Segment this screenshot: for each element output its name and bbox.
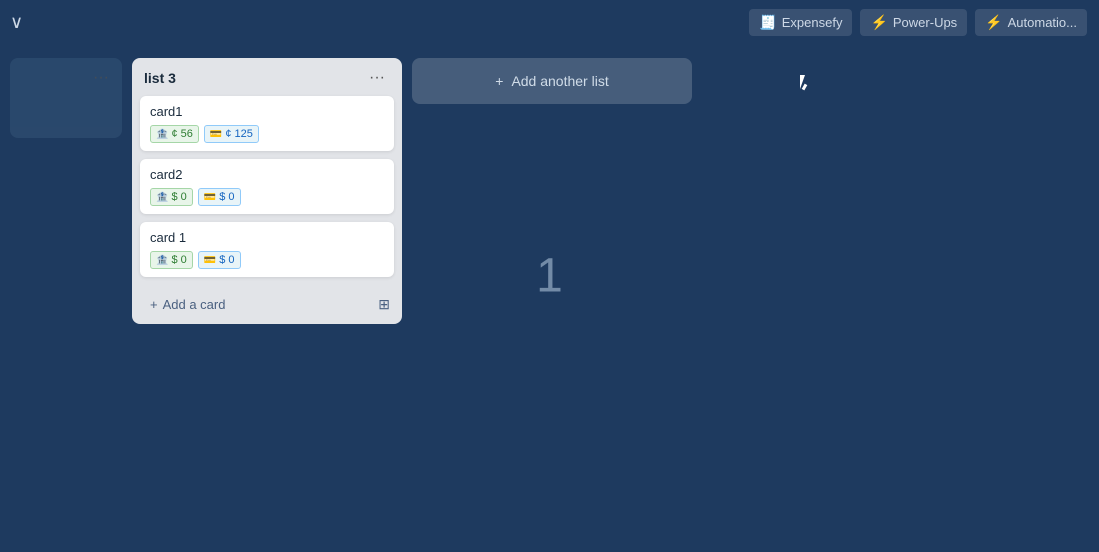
card-card2[interactable]: card2 🏦 $ 0 💳 $ 0 — [140, 159, 394, 214]
list-3-title: list 3 — [144, 70, 176, 86]
card1-budget-value: ¢ 56 — [171, 128, 192, 140]
add-list-plus-icon: + — [495, 73, 503, 89]
card-1-spent-value: $ 0 — [219, 254, 234, 266]
card2-budget-badge: 🏦 $ 0 — [150, 188, 193, 206]
automation-icon: ⚡ — [985, 14, 1002, 31]
list-3: list 3 ··· card1 🏦 ¢ 56 💳 ¢ 125 — [132, 58, 402, 324]
powerups-label: Power-Ups — [893, 15, 957, 30]
cards-container: card1 🏦 ¢ 56 💳 ¢ 125 card2 — [132, 96, 402, 277]
chevron-down-button[interactable]: ∨ — [10, 12, 23, 33]
card1-budget-badge: 🏦 ¢ 56 — [150, 125, 199, 143]
add-card-plus-icon: + — [150, 297, 158, 312]
card1-badges: 🏦 ¢ 56 💳 ¢ 125 — [150, 125, 384, 143]
expensefy-button[interactable]: 🧾 Expensefy — [749, 9, 852, 36]
automation-button[interactable]: ⚡ Automatio... — [975, 9, 1087, 36]
card1-spent-badge: 💳 ¢ 125 — [204, 125, 259, 143]
list-partial: ··· — [10, 58, 122, 138]
card-card-1[interactable]: card 1 🏦 $ 0 💳 $ 0 — [140, 222, 394, 277]
budget-icon-3: 🏦 — [156, 255, 168, 266]
card2-spent-value: $ 0 — [219, 191, 234, 203]
list-3-menu-button[interactable]: ··· — [364, 68, 390, 88]
card2-budget-value: $ 0 — [171, 191, 186, 203]
card-1-title: card 1 — [150, 230, 384, 245]
add-list-label: Add another list — [511, 73, 608, 89]
list-template-icon[interactable]: ⊞ — [378, 296, 390, 313]
list-3-header: list 3 ··· — [132, 58, 402, 96]
spent-icon-3: 💳 — [204, 255, 216, 266]
card2-title: card2 — [150, 167, 384, 182]
spent-icon-2: 💳 — [204, 192, 216, 203]
card-1-spent-badge: 💳 $ 0 — [198, 251, 241, 269]
chevron-down-icon: ∨ — [10, 12, 23, 32]
list-partial-menu-button[interactable]: ··· — [88, 68, 114, 88]
list-3-footer: + Add a card ⊞ — [132, 285, 402, 324]
card1-spent-value: ¢ 125 — [225, 128, 253, 140]
topbar: 🧾 Expensefy ⚡ Power-Ups ⚡ Automatio... — [737, 0, 1099, 44]
card-card1[interactable]: card1 🏦 ¢ 56 💳 ¢ 125 — [140, 96, 394, 151]
expensefy-icon: 🧾 — [759, 14, 776, 31]
add-card-label: Add a card — [163, 297, 226, 312]
powerups-button[interactable]: ⚡ Power-Ups — [860, 9, 967, 36]
expensefy-label: Expensefy — [782, 15, 843, 30]
add-card-button[interactable]: + Add a card — [144, 293, 231, 316]
add-list-button[interactable]: + Add another list — [412, 58, 692, 104]
card-1-budget-value: $ 0 — [171, 254, 186, 266]
topbar-left: ∨ — [0, 0, 33, 44]
powerups-icon: ⚡ — [870, 14, 887, 31]
card2-spent-badge: 💳 $ 0 — [198, 188, 241, 206]
board: ··· list 3 ··· card1 🏦 ¢ 56 💳 ¢ 125 — [0, 44, 1099, 552]
card-1-badges: 🏦 $ 0 💳 $ 0 — [150, 251, 384, 269]
card1-title: card1 — [150, 104, 384, 119]
budget-icon: 🏦 — [156, 129, 168, 140]
spent-icon: 💳 — [210, 129, 222, 140]
card2-badges: 🏦 $ 0 💳 $ 0 — [150, 188, 384, 206]
budget-icon-2: 🏦 — [156, 192, 168, 203]
card-1-budget-badge: 🏦 $ 0 — [150, 251, 193, 269]
automation-label: Automatio... — [1008, 15, 1077, 30]
